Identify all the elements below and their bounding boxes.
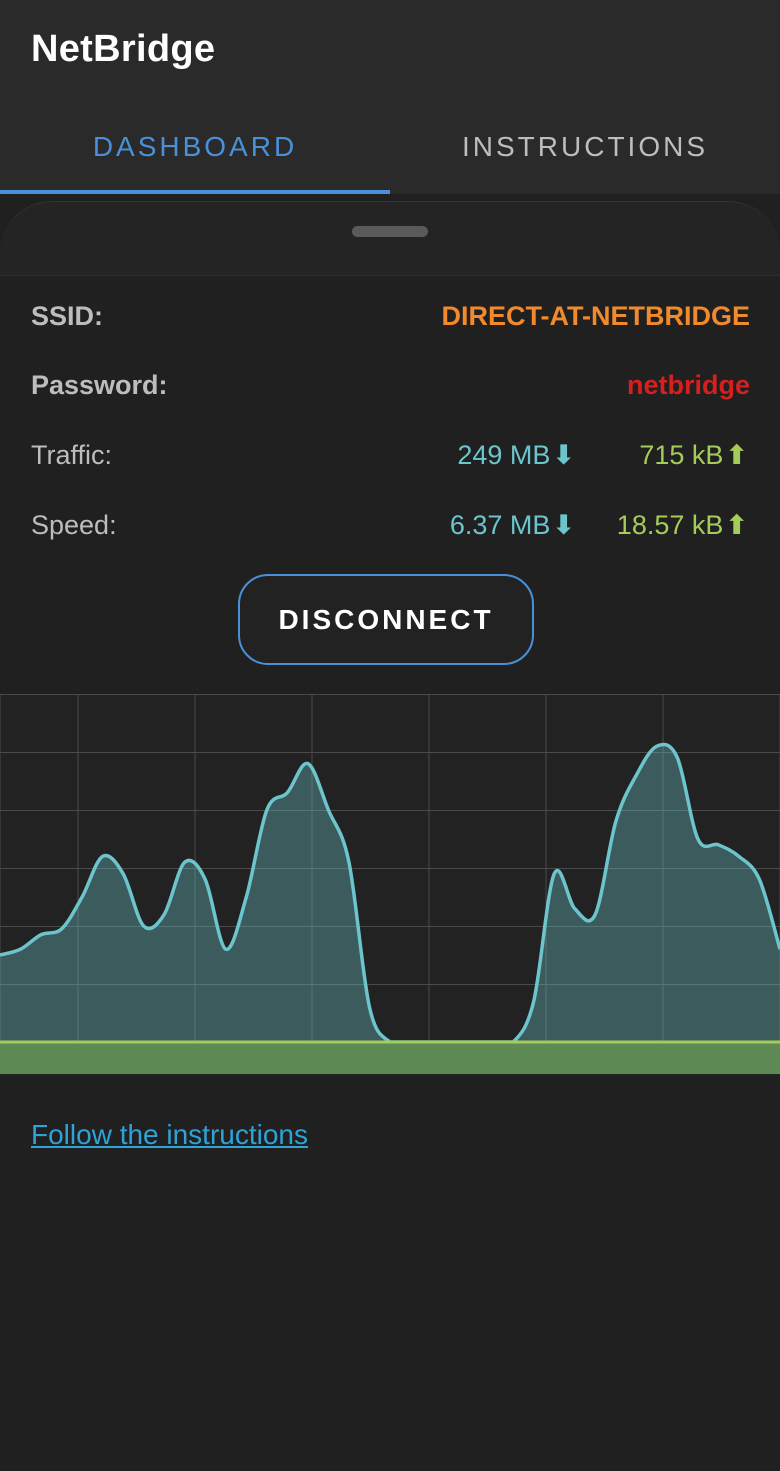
- follow-instructions-link[interactable]: Follow the instructions: [31, 1119, 308, 1151]
- upload-band: [0, 1042, 780, 1074]
- traffic-download: 249 MB⬇: [457, 440, 575, 471]
- ssid-value: DIRECT-AT-NETBRIDGE: [441, 301, 751, 331]
- password-label: Password:: [31, 370, 168, 400]
- traffic-upload: 715 kB⬆: [639, 440, 748, 471]
- divider: [0, 275, 780, 276]
- speed-download-value: 6.37 MB: [449, 510, 551, 540]
- disconnect-button[interactable]: DISCONNECT: [238, 574, 534, 665]
- speed-download: 6.37 MB⬇: [450, 510, 575, 541]
- app-bar: NetBridge: [0, 0, 780, 100]
- traffic-chart: [0, 694, 780, 1076]
- arrow-up-icon: ⬆: [725, 510, 748, 540]
- app-title: NetBridge: [31, 28, 216, 70]
- traffic-download-value: 249 MB: [457, 440, 551, 470]
- app-root: NetBridge DASHBOARD INSTRUCTIONS SSID: D…: [0, 0, 780, 1471]
- speed-label: Speed:: [31, 510, 117, 540]
- speed-upload-value: 18.57 kB: [616, 510, 724, 540]
- tab-instructions[interactable]: INSTRUCTIONS: [390, 100, 780, 194]
- ssid-label: SSID:: [31, 301, 104, 331]
- bottom-sheet-header: [0, 201, 780, 276]
- password-value: netbridge: [626, 370, 750, 400]
- traffic-label: Traffic:: [31, 440, 113, 470]
- arrow-down-icon: ⬇: [552, 510, 575, 540]
- speed-upload: 18.57 kB⬆: [617, 510, 748, 541]
- arrow-down-icon: ⬇: [552, 440, 575, 470]
- traffic-upload-value: 715 kB: [639, 440, 724, 470]
- arrow-up-icon: ⬆: [725, 440, 748, 470]
- tab-dashboard[interactable]: DASHBOARD: [0, 100, 390, 194]
- tab-bar: DASHBOARD INSTRUCTIONS: [0, 100, 780, 194]
- active-tab-indicator: [0, 190, 390, 194]
- drag-handle[interactable]: [352, 226, 428, 237]
